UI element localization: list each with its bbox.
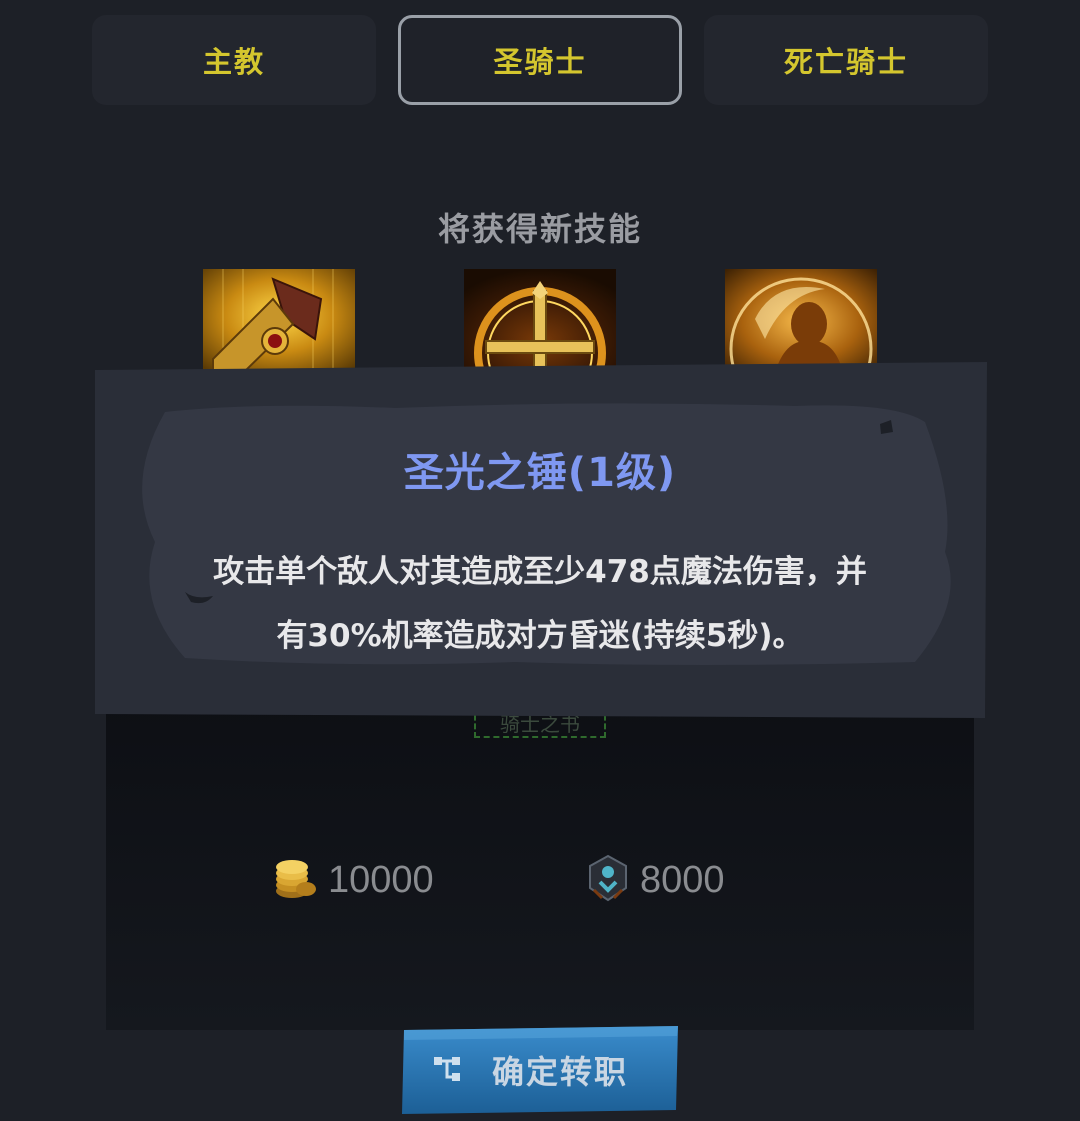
rune-gem-icon — [586, 854, 630, 906]
divine-shield-icon[interactable] — [725, 269, 877, 373]
confirm-button-label: 确定转职 — [492, 1053, 629, 1091]
tab-paladin[interactable]: 圣骑士 — [398, 15, 682, 105]
skill-description-line-1: 攻击单个敌人对其造成至少478点魔法伤害，并 — [213, 554, 867, 590]
gem-cost: 8000 — [586, 852, 725, 908]
gold-cost: 10000 — [272, 852, 434, 908]
skill-name: 圣光之锤(1级) — [403, 450, 677, 496]
skill-description: 攻击单个敌人对其造成至少478点魔法伤害，并 有30%机率造成对方昏迷(持续5秒… — [150, 540, 930, 668]
tab-bishop[interactable]: 主教 — [92, 15, 376, 105]
confirm-class-change-button[interactable]: 确定转职 — [402, 1026, 680, 1114]
transfer-cost-panel — [106, 700, 974, 1030]
gold-amount: 10000 — [328, 858, 434, 901]
gem-amount: 8000 — [640, 858, 725, 901]
holy-cross-icon[interactable] — [464, 269, 616, 373]
class-tabs: 主教 圣骑士 死亡骑士 — [92, 15, 988, 105]
new-skills-heading: 将获得新技能 — [437, 210, 642, 248]
gold-coin-icon — [272, 855, 318, 905]
holy-hammer-icon[interactable] — [203, 269, 355, 373]
tab-death-knight[interactable]: 死亡骑士 — [704, 15, 988, 105]
skill-description-line-2: 有30%机率造成对方昏迷(持续5秒)。 — [276, 618, 804, 654]
